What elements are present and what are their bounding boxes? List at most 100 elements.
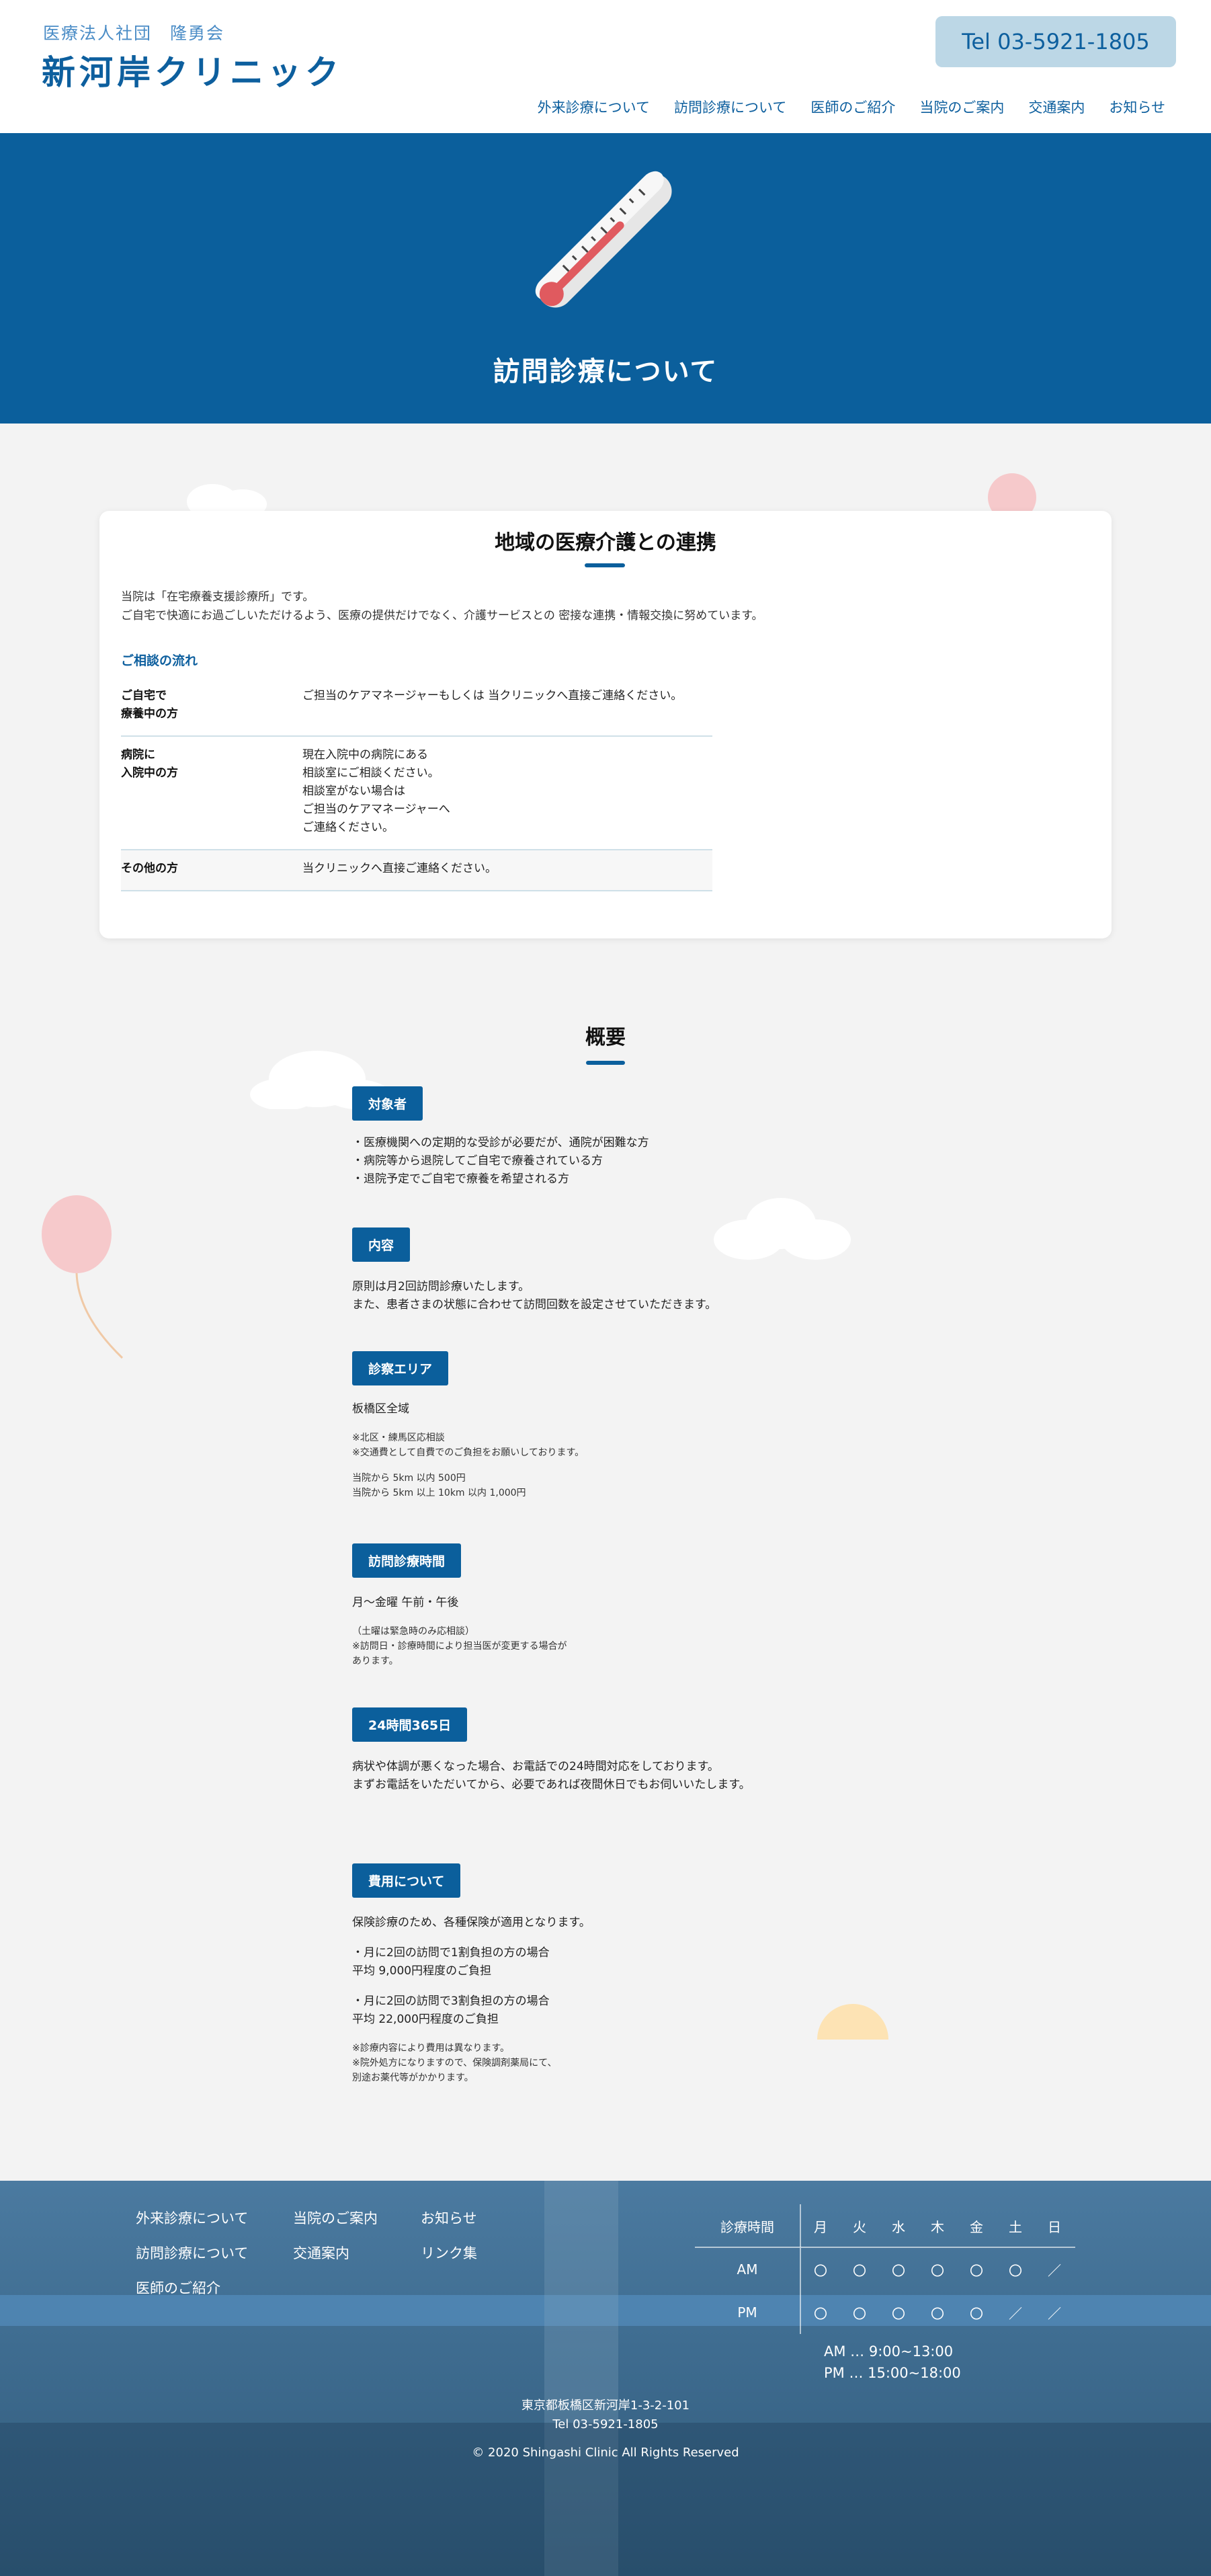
footer-address: 東京都板橋区新河岸1-3-2-101 <box>521 2399 690 2413</box>
balloon-decoration <box>42 1195 124 1359</box>
fee-text-10pct: ・月に2回の訪問で1割負担の方の場合 平均 9,000円程度のご負担 <box>352 1946 550 1978</box>
flow-row-body: 当クリニックへ直接ご連絡ください。 <box>302 862 497 875</box>
area-tag: 診察エリア <box>352 1351 449 1385</box>
site-footer: 外来診療について 訪問診療について 医師のご紹介 当院のご案内 交通案内 お知ら… <box>0 2181 1211 2576</box>
cloud-decoration <box>714 1198 851 1260</box>
flow-row-head: その他の方 <box>121 862 178 875</box>
content-section: 内容 原則は月2回訪問診療いたします。 また、患者さまの状態に合わせて訪問回数を… <box>352 1227 716 1314</box>
nav-home-visit[interactable]: 訪問診療について <box>674 97 786 117</box>
card-intro: 当院は「在宅療養支援診療所」です。 ご自宅で快適にお過ごしいただけるよう、医療の… <box>121 590 763 622</box>
target-tag: 対象者 <box>352 1086 423 1121</box>
card-title: 地域の医療介護との連携 <box>495 531 716 555</box>
footer-tel[interactable]: Tel 03-5921-1805 <box>0 2417 1211 2431</box>
flow-row: その他の方 当クリニックへ直接ご連絡ください。 <box>121 850 712 891</box>
balloon-decoration <box>988 473 1036 512</box>
am-tue: 〇 <box>853 2262 866 2279</box>
day-fri: 金 <box>970 2218 983 2235</box>
pm-fri: 〇 <box>970 2305 983 2322</box>
pm-wed: 〇 <box>892 2305 905 2322</box>
cloud-decoration <box>187 484 267 515</box>
fee-note: ※診療内容により費用は異なります。 ※院外処方になりますので、保険調剤薬局にて、… <box>352 2043 557 2083</box>
logo-subtitle: 医療法人社団 隆勇会 <box>43 24 225 43</box>
title-underline <box>585 563 625 567</box>
sun-decoration <box>817 2004 888 2040</box>
copyright: © 2020 Shingashi Clinic All Rights Reser… <box>472 2446 739 2460</box>
nav-access[interactable]: 交通案内 <box>1028 97 1085 117</box>
overview-title: 概要 <box>585 1026 626 1049</box>
nav-outpatient[interactable]: 外来診療について <box>538 97 650 117</box>
am-sun: ／ <box>1048 2262 1061 2279</box>
consultation-flow-heading: ご相談の流れ <box>121 653 198 668</box>
flow-row-body: ご担当のケアマネージャーもしくは 当クリニックへ直接ご連絡ください。 <box>302 689 683 702</box>
flow-row: ご自宅で 療養中の方 ご担当のケアマネージャーもしくは 当クリニックへ直接ご連絡… <box>121 678 712 737</box>
am-sat: 〇 <box>1009 2262 1022 2279</box>
site-header: 医療法人社団 隆勇会 新河岸クリニック Tel 03-5921-1805 外来診… <box>0 0 1211 133</box>
day-sat: 土 <box>1009 2218 1022 2235</box>
visit-hours-text: 月～金曜 午前・午後 <box>352 1596 459 1609</box>
pm-label: PM <box>695 2291 801 2334</box>
schedule-pm-row: PM 〇 〇 〇 〇 〇 ／ ／ <box>695 2291 1075 2334</box>
footer-nav-links[interactable]: リンク集 <box>421 2243 477 2263</box>
24h-tag: 24時間365日 <box>352 1707 468 1742</box>
flow-row-head: 病院に 入院中の方 <box>121 748 178 780</box>
fee-text-30pct: ・月に2回の訪問で3割負担の方の場合 平均 22,000円程度のご負担 <box>352 1995 550 2026</box>
nav-news[interactable]: お知らせ <box>1109 97 1165 117</box>
day-sun: 日 <box>1048 2218 1061 2235</box>
footer-nav-home-visit[interactable]: 訪問診療について <box>136 2243 248 2263</box>
tel-button[interactable]: Tel 03-5921-1805 <box>935 16 1176 67</box>
nav-clinic-guide[interactable]: 当院のご案内 <box>919 97 1004 117</box>
day-mon: 月 <box>814 2218 827 2235</box>
main-nav: 外来診療について 訪問診療について 医師のご紹介 当院のご案内 交通案内 お知ら… <box>513 97 1165 117</box>
footer-nav-clinic-guide[interactable]: 当院のご案内 <box>293 2208 378 2228</box>
schedule-label: 診療時間 <box>695 2204 801 2247</box>
schedule-am-row: AM 〇 〇 〇 〇 〇 〇 ／ <box>695 2248 1075 2291</box>
am-wed: 〇 <box>892 2262 905 2279</box>
pm-sun: ／ <box>1048 2305 1061 2322</box>
footer-nav-news[interactable]: お知らせ <box>421 2208 477 2228</box>
area-section: 診察エリア 板橋区全域 ※北区・練馬区応相談 ※交通費として自費でのご負担をお願… <box>352 1351 584 1500</box>
community-care-card: 地域の医療介護との連携 当院は「在宅療養支援診療所」です。 ご自宅で快適にお過ご… <box>99 511 1112 938</box>
target-text: ・医療機関への定期的な受診が必要だが、通院が困難な方 ・病院等から退院してご自宅… <box>352 1136 649 1186</box>
visit-hours-section: 訪問診療時間 月～金曜 午前・午後 （土曜は緊急時のみ応相談） ※訪問日・診療時… <box>352 1543 567 1668</box>
fee-section: 費用について 保険診療のため、各種保険が適用となります。 ・月に2回の訪問で1割… <box>352 1863 591 2085</box>
area-text: 板橋区全域 <box>352 1402 409 1416</box>
area-note: ※北区・練馬区応相談 ※交通費として自費でのご負担をお願いしております。 <box>352 1433 585 1458</box>
footer-nav-access[interactable]: 交通案内 <box>293 2243 349 2263</box>
footer-nav-outpatient[interactable]: 外来診療について <box>136 2208 248 2228</box>
thermometer-icon <box>535 171 672 308</box>
pm-sat: ／ <box>1009 2305 1022 2322</box>
pm-tue: 〇 <box>853 2305 866 2322</box>
pm-thu: 〇 <box>931 2305 944 2322</box>
consultation-flow-table: ご自宅で 療養中の方 ご担当のケアマネージャーもしくは 当クリニックへ直接ご連絡… <box>121 678 712 891</box>
flow-row: 病院に 入院中の方 現在入院中の病院にある 相談室にご相談ください。 相談室がな… <box>121 737 712 850</box>
target-section: 対象者 ・医療機関への定期的な受診が必要だが、通院が困難な方 ・病院等から退院し… <box>352 1086 649 1189</box>
day-tue: 火 <box>853 2218 866 2235</box>
schedule-header-row: 診療時間 月 火 水 木 金 土 日 <box>695 2204 1075 2248</box>
fee-text: 保険診療のため、各種保険が適用となります。 <box>352 1916 591 1929</box>
pm-mon: 〇 <box>814 2305 827 2322</box>
nav-doctors[interactable]: 医師のご紹介 <box>810 97 895 117</box>
footer-nav-doctors[interactable]: 医師のご紹介 <box>136 2278 220 2298</box>
page-title: 訪問診療について <box>493 356 718 387</box>
clinic-schedule-table: 診療時間 月 火 水 木 金 土 日 AM 〇 〇 〇 〇 〇 〇 ／ PM 〇… <box>695 2204 1075 2334</box>
area-fee-note: 当院から 5km 以内 500円 当院から 5km 以上 10km 以内 1,0… <box>352 1473 526 1498</box>
flow-row-head: ご自宅で 療養中の方 <box>121 689 178 721</box>
day-wed: 水 <box>892 2218 905 2235</box>
visit-hours-tag: 訪問診療時間 <box>352 1543 462 1578</box>
clinic-hours: AM … 9:00~13:00 PM … 15:00~18:00 <box>824 2343 961 2381</box>
content-tag: 内容 <box>352 1227 411 1262</box>
content-text: 原則は月2回訪問診療いたします。 また、患者さまの状態に合わせて訪問回数を設定さ… <box>352 1280 717 1312</box>
am-thu: 〇 <box>931 2262 944 2279</box>
day-thu: 木 <box>931 2218 944 2235</box>
flow-row-body: 現在入院中の病院にある 相談室にご相談ください。 相談室がない場合は ご担当のケ… <box>302 748 450 834</box>
am-mon: 〇 <box>814 2262 827 2279</box>
logo[interactable]: 新河岸クリニック <box>42 46 343 94</box>
title-underline <box>586 1061 625 1065</box>
fee-tag: 費用について <box>352 1863 461 1898</box>
24h-section: 24時間365日 病状や体調が悪くなった場合、お電話での24時間対応をしておりま… <box>352 1707 751 1794</box>
visit-hours-note: （土曜は緊急時のみ応相談） ※訪問日・診療時間により担当医が変更する場合が あり… <box>352 1626 567 1666</box>
24h-text: 病状や体調が悪くなった場合、お電話での24時間対応をしております。 まずお電話を… <box>352 1760 751 1792</box>
am-label: AM <box>695 2248 801 2291</box>
am-fri: 〇 <box>970 2262 983 2279</box>
page-hero: 訪問診療について <box>0 133 1211 424</box>
